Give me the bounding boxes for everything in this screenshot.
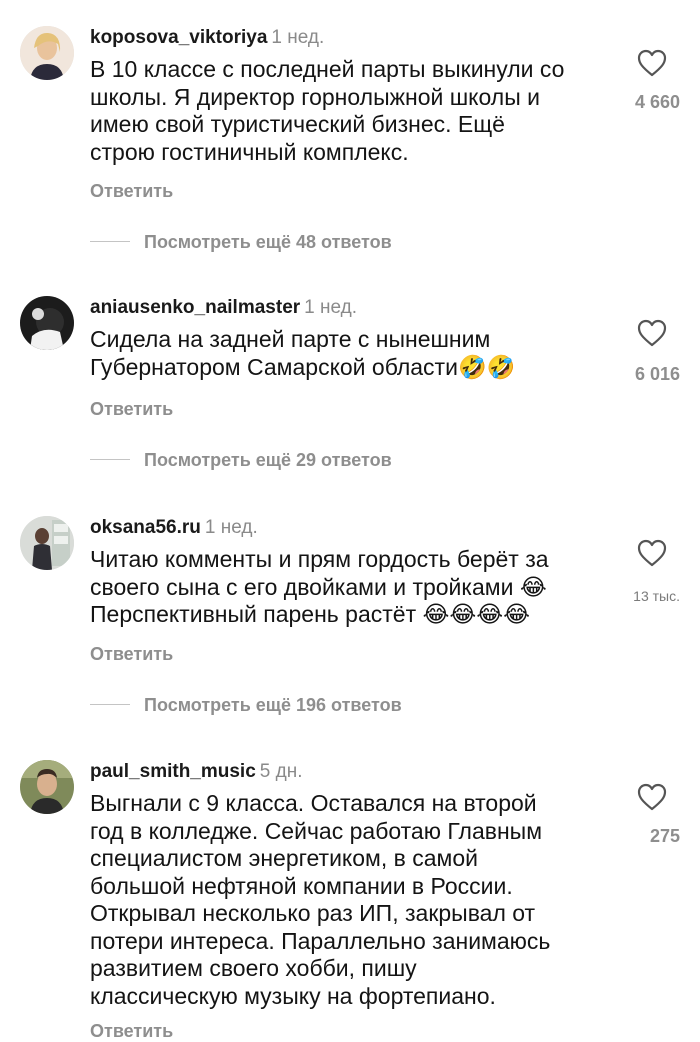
view-more-replies[interactable]: Посмотреть ещё 29 ответов: [144, 449, 392, 471]
comment-text: Читаю комменты и прям гордость берёт за …: [90, 546, 549, 627]
comment-text: В 10 классе с последней парты выкинули с…: [90, 56, 565, 165]
username[interactable]: paul_smith_music: [90, 761, 256, 782]
timestamp: 1 нед.: [204, 517, 258, 538]
comment-header: aniausenko_nailmaster 1 нед.: [90, 296, 357, 320]
replies-divider: [90, 704, 130, 705]
username[interactable]: koposova_viktoriya: [90, 27, 267, 48]
reply-button[interactable]: Ответить: [90, 1020, 173, 1042]
heart-outline-icon: [637, 319, 667, 347]
reply-button[interactable]: Ответить: [90, 643, 173, 665]
username[interactable]: oksana56.ru: [90, 517, 201, 538]
heart-outline-icon: [637, 539, 667, 567]
avatar[interactable]: [20, 296, 74, 350]
username[interactable]: aniausenko_nailmaster: [90, 297, 300, 318]
reply-button[interactable]: Ответить: [90, 180, 173, 202]
view-more-replies[interactable]: Посмотреть ещё 196 ответов: [144, 694, 402, 716]
comment-text: Сидела на задней парте с нынешним Губерн…: [90, 326, 516, 380]
timestamp: 1 нед.: [304, 297, 358, 318]
avatar[interactable]: [20, 26, 74, 80]
comment-header: paul_smith_music 5 дн.: [90, 760, 303, 784]
replies-divider: [90, 241, 130, 242]
heart-outline-icon: [637, 783, 667, 811]
like-button[interactable]: [636, 538, 668, 568]
timestamp: 1 нед.: [271, 27, 325, 48]
comment-header: koposova_viktoriya 1 нед.: [90, 26, 324, 50]
comment-text: Выгнали с 9 класса. Оставался на второй …: [90, 790, 551, 1009]
reply-button[interactable]: Ответить: [90, 398, 173, 420]
view-more-replies[interactable]: Посмотреть ещё 48 ответов: [144, 231, 392, 253]
like-count: 13 тыс.: [633, 588, 680, 604]
comment-header: oksana56.ru 1 нед.: [90, 516, 258, 540]
replies-divider: [90, 459, 130, 460]
like-button[interactable]: [636, 318, 668, 348]
like-count: 6 016: [634, 364, 680, 384]
avatar[interactable]: [20, 516, 74, 570]
like-button[interactable]: [636, 48, 668, 78]
like-button[interactable]: [636, 782, 668, 812]
heart-outline-icon: [637, 49, 667, 77]
like-count: 4 660: [634, 92, 680, 112]
timestamp: 5 дн.: [259, 761, 303, 782]
like-count: 275: [649, 826, 680, 846]
avatar[interactable]: [20, 760, 74, 814]
